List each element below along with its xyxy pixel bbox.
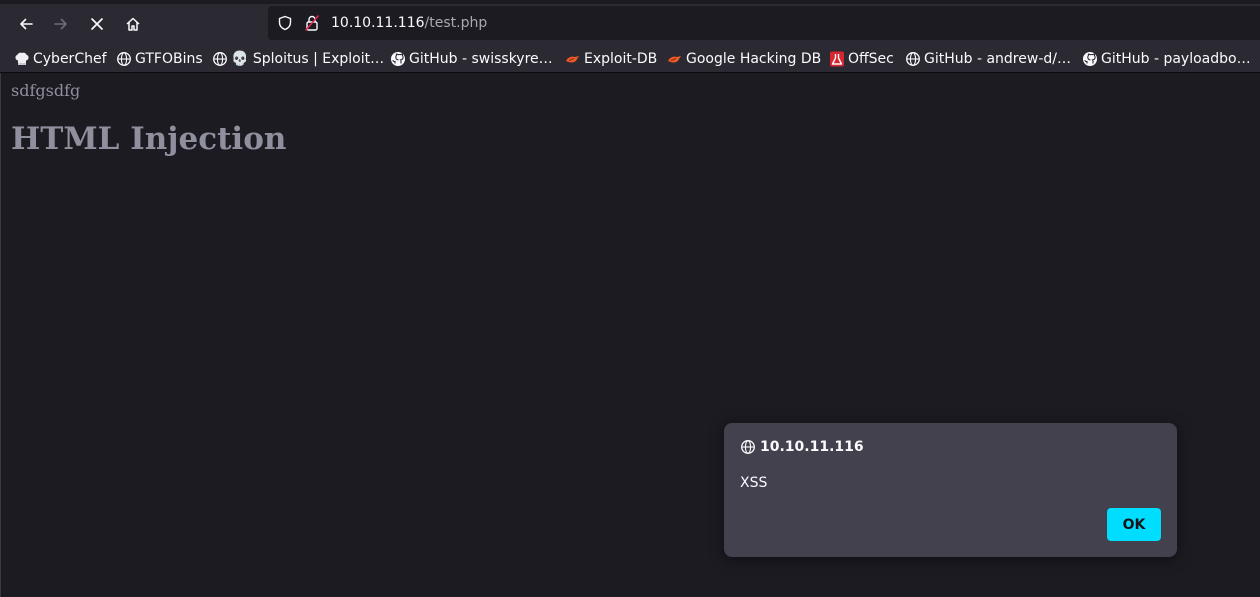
page-heading: HTML Injection bbox=[11, 121, 287, 157]
bookmark-label: GTFOBins bbox=[135, 51, 203, 67]
close-icon bbox=[91, 18, 103, 30]
browser-toolbar: 10.10.11.116/test.php bbox=[0, 0, 1260, 44]
bookmark-label: Exploit-DB bbox=[584, 51, 658, 67]
home-button[interactable] bbox=[119, 10, 147, 38]
alert-message: XSS bbox=[740, 475, 768, 491]
url-host: 10.10.11.116 bbox=[331, 15, 425, 31]
bookmark-offsec[interactable]: OffSec bbox=[829, 49, 894, 69]
back-arrow-icon bbox=[20, 18, 33, 30]
url-bar[interactable]: 10.10.11.116/test.php bbox=[268, 6, 1260, 40]
bookmark-github-andrew-d[interactable]: GitHub - andrew-d/… bbox=[905, 49, 1071, 69]
alert-origin: 10.10.11.116 bbox=[740, 439, 864, 455]
alert-origin-label: 10.10.11.116 bbox=[760, 439, 864, 455]
ok-button[interactable]: OK bbox=[1107, 508, 1161, 541]
github-icon bbox=[1082, 51, 1098, 67]
home-icon bbox=[126, 17, 140, 31]
globe-icon bbox=[212, 51, 228, 67]
injected-text: sdfgsdfg bbox=[11, 81, 81, 100]
back-button[interactable] bbox=[12, 10, 40, 38]
bookmark-sploitus[interactable]: 💀 Sploitus | Exploit… bbox=[212, 49, 384, 69]
url-text[interactable]: 10.10.11.116/test.php bbox=[331, 15, 487, 31]
bookmark-label: CyberChef bbox=[33, 51, 107, 67]
insecure-lock-icon[interactable] bbox=[304, 14, 320, 36]
exploit-db-icon bbox=[667, 51, 683, 67]
chef-hat-icon bbox=[14, 51, 30, 67]
url-path: /test.php bbox=[424, 15, 488, 31]
bookmark-github-payloadbox[interactable]: GitHub - payloadbo… bbox=[1082, 49, 1251, 69]
exploit-db-icon bbox=[565, 51, 581, 67]
globe-icon bbox=[740, 439, 756, 455]
forward-arrow-icon bbox=[54, 18, 67, 30]
bookmarks-toolbar: CyberChef GTFOBins 💀 Sploitus | Exploit…… bbox=[0, 44, 1260, 73]
bookmark-label: Google Hacking DB bbox=[686, 51, 822, 67]
bookmark-google-hacking-db[interactable]: Google Hacking DB bbox=[667, 49, 821, 69]
bookmark-gtfobins[interactable]: GTFOBins bbox=[116, 49, 203, 69]
tracking-protection-shield-icon[interactable] bbox=[277, 15, 293, 35]
bookmark-github-swisskyrepo[interactable]: GitHub - swisskyre… bbox=[390, 49, 553, 69]
github-icon bbox=[390, 51, 406, 67]
forward-button[interactable] bbox=[47, 10, 75, 38]
globe-icon bbox=[905, 51, 921, 67]
alert-dialog: 10.10.11.116 XSS OK bbox=[724, 423, 1177, 557]
bookmark-cyberchef[interactable]: CyberChef bbox=[14, 49, 107, 69]
bookmark-label: GitHub - payloadbo… bbox=[1101, 51, 1251, 67]
stop-button[interactable] bbox=[83, 10, 111, 38]
bookmark-label: OffSec bbox=[848, 51, 894, 67]
globe-icon bbox=[116, 51, 132, 67]
bookmark-exploit-db[interactable]: Exploit-DB bbox=[565, 49, 657, 69]
offsec-icon bbox=[829, 51, 845, 67]
bookmark-label: 💀 Sploitus | Exploit… bbox=[231, 51, 385, 67]
bookmark-label: GitHub - swisskyre… bbox=[409, 51, 553, 67]
bookmark-label: GitHub - andrew-d/… bbox=[924, 51, 1071, 67]
